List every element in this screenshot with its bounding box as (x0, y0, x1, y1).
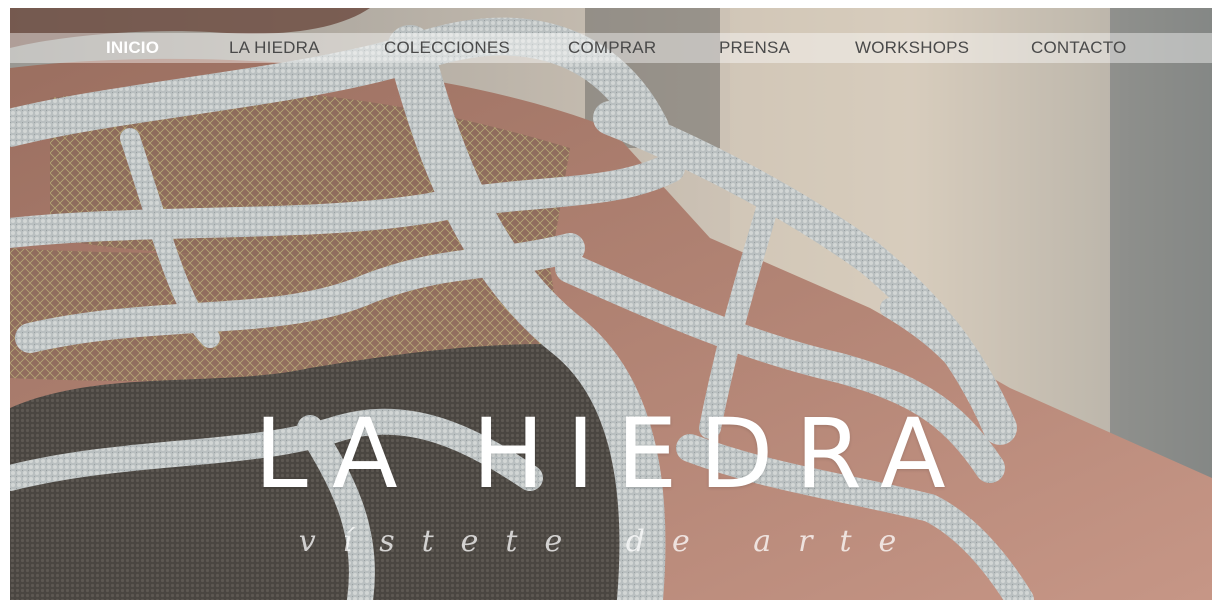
hero-section: INICIO LA HIEDRA COLECCIONES COMPRAR PRE… (10, 8, 1212, 600)
nav-item-comprar[interactable]: COMPRAR (568, 33, 656, 63)
nav-item-workshops[interactable]: WORKSHOPS (855, 33, 969, 63)
hero-photo (10, 8, 1212, 600)
nav-item-colecciones[interactable]: COLECCIONES (384, 33, 510, 63)
site-tagline: vístete de arte (298, 524, 924, 559)
main-navigation: INICIO LA HIEDRA COLECCIONES COMPRAR PRE… (10, 33, 1212, 63)
nav-item-la-hiedra[interactable]: LA HIEDRA (229, 33, 320, 63)
nav-item-contacto[interactable]: CONTACTO (1031, 33, 1126, 63)
site-title: LA HIEDRA (254, 398, 968, 510)
nav-item-inicio[interactable]: INICIO (106, 33, 159, 63)
nav-item-prensa[interactable]: PRENSA (719, 33, 790, 63)
